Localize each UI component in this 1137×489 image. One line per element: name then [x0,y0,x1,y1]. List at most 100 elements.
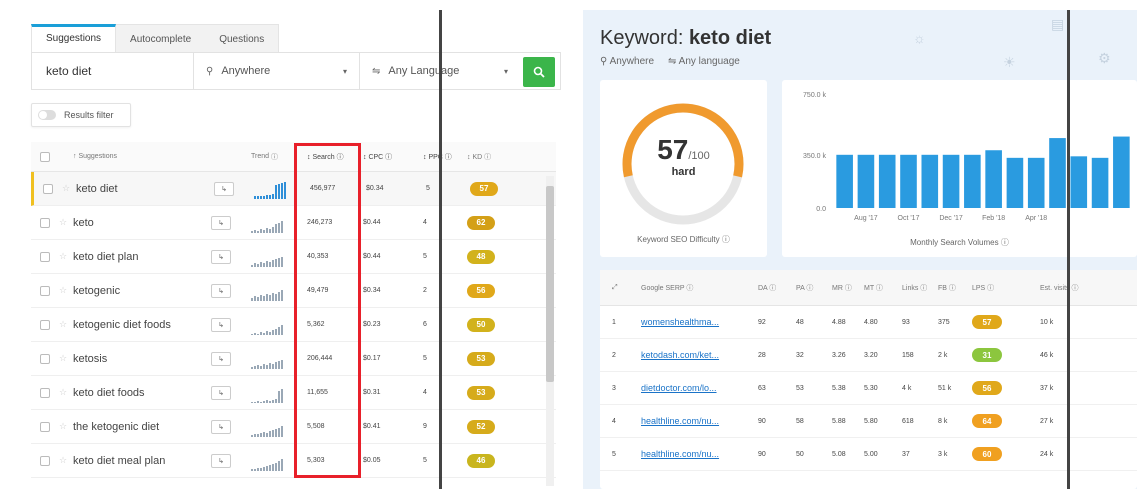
keyword-input[interactable]: keto diet [32,53,194,89]
info-icon[interactable]: ⓘ [1001,238,1009,247]
trend-bar [275,224,277,233]
difficulty-label: hard [671,166,696,178]
serp-url-link[interactable]: healthline.com/nu... [633,449,754,459]
select-all-checkbox[interactable] [40,151,50,162]
y-tick-label: 0.0 [816,206,826,213]
suggestion-keyword[interactable]: ketogenic [73,285,211,297]
analyze-button[interactable]: ↳ [214,181,234,196]
star-icon[interactable]: ☆ [62,183,76,194]
trend-bar [266,400,268,403]
analyze-button[interactable]: ↳ [211,317,231,332]
tab-questions[interactable]: Questions [205,24,280,52]
column-links[interactable]: Links ⓘ [900,283,936,293]
analyze-button[interactable]: ↳ [211,283,231,298]
mt-value: 4.80 [864,318,878,326]
column-kd[interactable]: ↕ KD ⓘ [467,152,517,162]
analyze-button[interactable]: ↳ [211,385,231,400]
column-google-serp[interactable]: Google SERP ⓘ [633,283,754,293]
trend-bar [266,365,268,369]
analyze-button[interactable]: ↳ [211,351,231,366]
volume-bar[interactable] [878,154,896,208]
search-button[interactable] [523,57,555,87]
column-fb[interactable]: FB ⓘ [936,283,972,293]
row-checkbox[interactable] [40,319,50,330]
suggestion-keyword[interactable]: keto diet foods [73,387,211,399]
expand-icon[interactable]: ⤢ [600,284,633,292]
tab-suggestions[interactable]: Suggestions [31,24,117,52]
analyze-button[interactable]: ↳ [211,215,231,230]
serp-url-link[interactable]: ketodash.com/ket... [633,350,754,360]
star-icon[interactable]: ☆ [59,353,73,364]
suggestion-keyword[interactable]: ketogenic diet foods [73,319,211,331]
filter-toggle[interactable] [38,110,56,120]
language-value: Any Language [388,65,460,77]
serp-url-link[interactable]: dietdoctor.com/lo... [633,383,754,393]
info-icon[interactable]: ⓘ [722,235,730,244]
column-suggestions[interactable]: ↑ Suggestions [73,153,211,160]
volume-bar[interactable] [1006,157,1024,208]
suggestion-keyword[interactable]: keto diet meal plan [73,455,211,467]
fb-value: 51 k [938,384,952,392]
star-icon[interactable]: ☆ [59,251,73,262]
star-icon[interactable]: ☆ [59,217,73,228]
analyze-button[interactable]: ↳ [211,419,231,434]
volume-bar[interactable] [857,154,875,208]
volume-bar[interactable] [900,154,917,208]
volume-bar[interactable] [964,154,981,208]
analyze-button[interactable]: ↳ [211,249,231,264]
column-da[interactable]: DA ⓘ [754,283,792,293]
row-checkbox[interactable] [40,421,50,432]
star-icon[interactable]: ☆ [59,319,73,330]
serp-url-link[interactable]: healthline.com/nu... [633,416,754,426]
suggestion-keyword[interactable]: keto diet [76,183,214,195]
column-pa[interactable]: PA ⓘ [792,283,830,293]
row-checkbox[interactable] [40,285,50,296]
trend-bar [272,364,274,369]
column-mr[interactable]: MR ⓘ [830,283,862,293]
column-mt[interactable]: MT ⓘ [862,283,900,293]
trend-bar [275,429,277,437]
column-trend[interactable]: Trend ⓘ [251,142,293,171]
row-checkbox[interactable] [40,251,50,262]
mt-value: 5.00 [864,450,878,458]
trend-bar [251,469,253,471]
row-checkbox[interactable] [40,217,50,228]
row-checkbox[interactable] [40,387,50,398]
links-value: 37 [902,450,910,458]
suggestion-keyword[interactable]: the ketogenic diet [73,421,211,433]
suggestion-keyword[interactable]: keto [73,217,211,229]
kd-badge: 46 [467,453,495,468]
column-lps[interactable]: LPS ⓘ [972,283,1040,293]
serp-url-link[interactable]: womenshealthma... [633,317,754,327]
volume-bar[interactable] [1049,138,1066,208]
volume-bar[interactable] [1070,156,1088,208]
results-filter-button[interactable]: Results filter [31,103,131,127]
search-volume-card: 0.0 350.0 k 750.0 k Aug '17 Oct '17 Dec '17 Fe… [782,80,1137,257]
location-select[interactable]: ⚲ Anywhere ▾ [194,53,360,89]
star-icon[interactable]: ☆ [59,285,73,296]
location-value: Anywhere [609,56,655,67]
mr-value: 4.88 [832,318,846,326]
suggestion-keyword[interactable]: keto diet plan [73,251,211,263]
volume-bar[interactable] [921,154,939,208]
row-checkbox[interactable] [43,183,53,194]
suggestion-keyword[interactable]: ketosis [73,353,211,365]
star-icon[interactable]: ☆ [59,421,73,432]
analyze-button[interactable]: ↳ [211,453,231,468]
volume-bar[interactable] [1113,136,1130,208]
row-checkbox[interactable] [40,455,50,466]
volume-bar[interactable] [1091,157,1109,208]
volume-bar[interactable] [836,154,853,208]
star-icon[interactable]: ☆ [59,455,73,466]
volume-bar[interactable] [1027,157,1045,208]
scrollbar-thumb[interactable] [546,186,554,382]
trend-bar [272,464,274,471]
volume-bar[interactable] [985,150,1002,208]
star-icon[interactable]: ☆ [59,387,73,398]
row-checkbox[interactable] [40,353,50,364]
tab-autocomplete[interactable]: Autocomplete [116,24,206,52]
serp-row: 5 healthline.com/nu... 90 50 5.08 5.00 3… [600,438,1137,471]
trend-bar [278,461,280,471]
bulb-icon: ☼ [913,30,926,46]
volume-bar[interactable] [942,154,960,208]
